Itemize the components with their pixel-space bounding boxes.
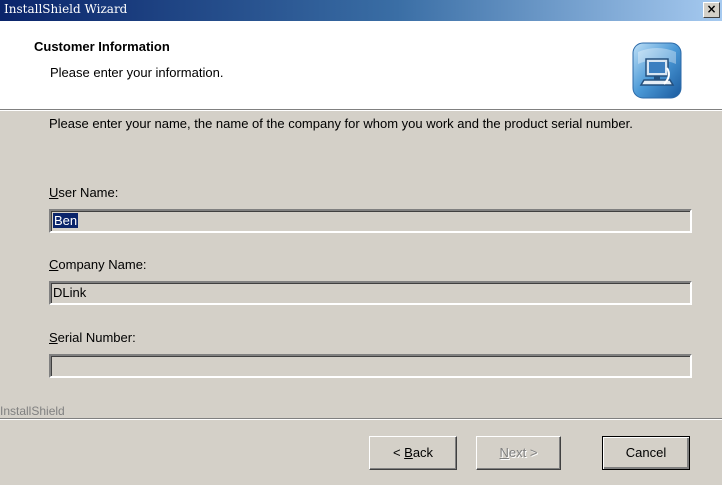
back-button[interactable]: < Back	[369, 436, 457, 470]
user-name-label-accel: U	[49, 185, 59, 200]
user-name-field[interactable]: Ben	[49, 209, 692, 233]
company-name-value: DLink	[53, 285, 87, 300]
header-panel: Customer Information Please enter your i…	[0, 21, 722, 109]
page-subtitle: Please enter your information.	[50, 65, 224, 80]
next-button-label: ext >	[508, 445, 538, 460]
serial-number-label: Serial Number:	[49, 330, 136, 345]
company-name-label-text: ompany Name:	[58, 257, 147, 272]
user-name-label: User Name:	[49, 185, 118, 200]
company-name-field[interactable]: DLink	[49, 281, 692, 305]
close-icon: ×	[706, 2, 717, 16]
next-button-accel: N	[499, 445, 509, 460]
company-name-label-accel: C	[49, 257, 59, 272]
cancel-button[interactable]: Cancel	[602, 436, 690, 470]
installshield-wizard-window: InstallShield Wizard × Customer Informat…	[0, 0, 722, 485]
page-title: Customer Information	[34, 39, 170, 54]
window-title: InstallShield Wizard	[4, 2, 128, 16]
user-name-value: Ben	[53, 213, 79, 228]
back-button-accel: B	[404, 445, 413, 460]
instruction-text: Please enter your name, the name of the …	[49, 116, 633, 131]
serial-number-field[interactable]	[49, 354, 692, 378]
installshield-brand-label: InstallShield	[0, 404, 71, 418]
installshield-computer-icon	[632, 42, 682, 99]
next-button[interactable]: Next >	[476, 436, 561, 470]
serial-number-label-accel: S	[49, 330, 58, 345]
back-button-label: ack	[412, 445, 434, 460]
footer-divider-highlight	[0, 419, 722, 420]
user-name-label-text: ser Name:	[58, 185, 119, 200]
close-button[interactable]: ×	[703, 2, 720, 18]
company-name-label: Company Name:	[49, 257, 147, 272]
back-button-prefix: <	[392, 445, 405, 460]
header-divider-highlight	[0, 110, 722, 111]
title-bar[interactable]: InstallShield Wizard ×	[0, 0, 722, 21]
serial-number-label-text: erial Number:	[57, 330, 136, 345]
